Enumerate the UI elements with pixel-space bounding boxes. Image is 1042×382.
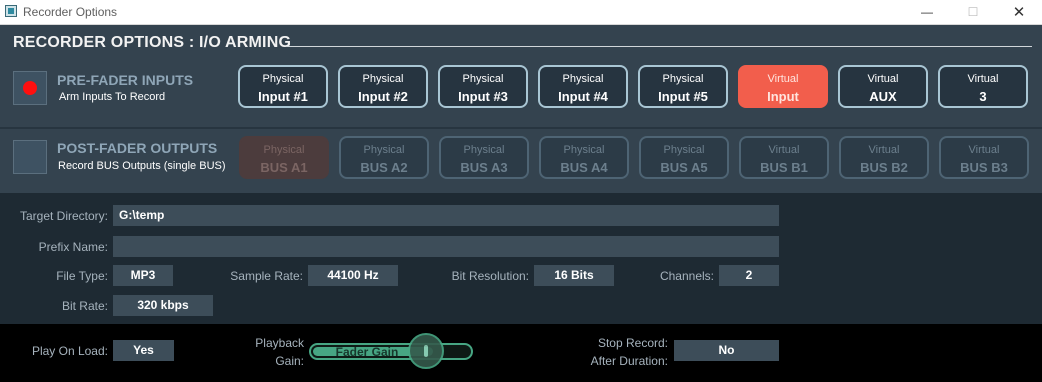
pre-fader-subtitle: Arm Inputs To Record — [59, 91, 166, 103]
record-dot-icon — [23, 81, 37, 95]
playback-gain-label-2: Gain: — [275, 354, 304, 368]
button-kind: Physical — [563, 144, 605, 156]
maximize-button[interactable]: ☐ — [950, 0, 996, 24]
button-kind: Physical — [263, 144, 305, 156]
prefix-name-label: Prefix Name: — [38, 240, 108, 254]
play-on-load-label: Play On Load: — [31, 344, 108, 358]
button-label: BUS A3 — [460, 160, 508, 175]
button-label: 3 — [979, 89, 987, 104]
button-label: Input #2 — [358, 89, 408, 104]
bit-resolution-field[interactable]: 16 Bits — [534, 265, 614, 286]
input-button-physical-5[interactable]: Physical Input #5 — [638, 65, 728, 108]
window-title: Recorder Options — [23, 5, 118, 19]
minimize-button[interactable]: — — [904, 0, 950, 24]
input-button-virtual-aux[interactable]: Virtual AUX — [838, 65, 928, 108]
post-fader-arm-toggle[interactable] — [13, 140, 47, 174]
post-fader-subtitle: Record BUS Outputs (single BUS) — [58, 160, 226, 172]
channels-label: Channels: — [659, 269, 714, 283]
input-button-virtual-3[interactable]: Virtual 3 — [938, 65, 1028, 108]
window-titlebar: Recorder Options — ☐ ✕ — [0, 0, 1042, 25]
file-type-label: File Type: — [56, 269, 108, 283]
button-label: AUX — [869, 89, 897, 104]
bit-rate-label: Bit Rate: — [61, 299, 108, 313]
pre-fader-title: PRE-FADER INPUTS — [57, 72, 194, 88]
row-divider — [0, 127, 1042, 129]
bus-button-b2[interactable]: Virtual BUS B2 — [839, 136, 929, 179]
button-label: Input #1 — [258, 89, 308, 104]
button-label: BUS B1 — [760, 160, 808, 175]
button-kind: Virtual — [767, 73, 799, 85]
button-label: BUS A1 — [260, 160, 308, 175]
button-label: BUS A5 — [660, 160, 708, 175]
prefix-name-field[interactable] — [113, 236, 779, 257]
stop-record-field[interactable]: No — [674, 340, 779, 361]
input-button-physical-1[interactable]: Physical Input #1 — [238, 65, 328, 108]
sample-rate-label: Sample Rate: — [230, 269, 303, 283]
target-directory-label: Target Directory: — [19, 209, 108, 223]
channels-field[interactable]: 2 — [719, 265, 779, 286]
button-label: BUS A4 — [560, 160, 608, 175]
header-divider — [286, 46, 1032, 47]
close-button[interactable]: ✕ — [996, 0, 1042, 24]
button-kind: Physical — [262, 73, 304, 85]
input-button-physical-4[interactable]: Physical Input #4 — [538, 65, 628, 108]
button-label: BUS B3 — [960, 160, 1008, 175]
button-label: Input #3 — [458, 89, 508, 104]
button-kind: Physical — [662, 73, 704, 85]
play-on-load-field[interactable]: Yes — [113, 340, 174, 361]
pre-fader-arm-toggle[interactable] — [13, 71, 47, 105]
post-fader-title: POST-FADER OUTPUTS — [57, 140, 218, 156]
button-label: BUS A2 — [360, 160, 408, 175]
button-label: Input #5 — [658, 89, 708, 104]
button-kind: Virtual — [867, 73, 899, 85]
bus-button-a3[interactable]: Physical BUS A3 — [439, 136, 529, 179]
button-kind: Physical — [463, 144, 505, 156]
target-directory-field[interactable]: G:\temp — [113, 205, 779, 226]
button-kind: Virtual — [968, 144, 1000, 156]
input-button-physical-2[interactable]: Physical Input #2 — [338, 65, 428, 108]
input-button-physical-3[interactable]: Physical Input #3 — [438, 65, 528, 108]
bus-button-b1[interactable]: Virtual BUS B1 — [739, 136, 829, 179]
bus-button-a1[interactable]: Physical BUS A1 — [239, 136, 329, 179]
button-label: Input — [767, 89, 799, 104]
page-title: RECORDER OPTIONS : I/O ARMING — [13, 34, 292, 51]
file-type-field[interactable]: MP3 — [113, 265, 173, 286]
playback-gain-label-1: Playback — [255, 336, 304, 350]
sample-rate-field[interactable]: 44100 Hz — [308, 265, 398, 286]
minimize-icon: — — [921, 5, 933, 19]
app-icon — [5, 5, 17, 17]
button-kind: Virtual — [868, 144, 900, 156]
button-kind: Physical — [462, 73, 504, 85]
bit-rate-field[interactable]: 320 kbps — [113, 295, 213, 316]
close-icon: ✕ — [1012, 4, 1026, 21]
button-kind: Virtual — [967, 73, 999, 85]
fader-gain-knob[interactable] — [408, 333, 444, 369]
stop-record-label-2: After Duration: — [590, 354, 668, 368]
bus-button-a2[interactable]: Physical BUS A2 — [339, 136, 429, 179]
input-button-virtual-input[interactable]: Virtual Input — [738, 65, 828, 108]
stop-record-label-1: Stop Record: — [597, 336, 668, 350]
fader-gain-label: Fader Gain — [335, 345, 399, 359]
bit-resolution-label: Bit Resolution: — [451, 269, 529, 283]
bus-button-a4[interactable]: Physical BUS A4 — [539, 136, 629, 179]
button-kind: Physical — [362, 73, 404, 85]
button-kind: Physical — [663, 144, 705, 156]
button-kind: Virtual — [768, 144, 800, 156]
button-kind: Physical — [562, 73, 604, 85]
button-label: Input #4 — [558, 89, 608, 104]
button-label: BUS B2 — [860, 160, 908, 175]
maximize-icon: ☐ — [967, 5, 979, 19]
bus-button-a5[interactable]: Physical BUS A5 — [639, 136, 729, 179]
button-kind: Physical — [363, 144, 405, 156]
bus-button-b3[interactable]: Virtual BUS B3 — [939, 136, 1029, 179]
